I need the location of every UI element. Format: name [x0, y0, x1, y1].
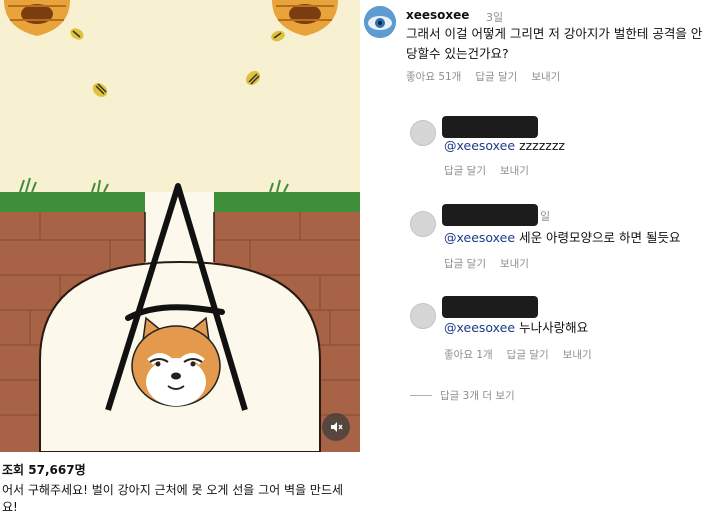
reply-button[interactable]: 답글 달기 [507, 347, 549, 362]
mention-link[interactable]: @xeesoxee [444, 138, 515, 153]
redacted-username [442, 296, 538, 318]
avatar[interactable] [410, 303, 436, 329]
send-button[interactable]: 보내기 [563, 347, 592, 362]
send-button[interactable]: 보내기 [500, 256, 529, 271]
reply-button[interactable]: 답글 달기 [444, 163, 486, 178]
comment-username[interactable]: xeesoxee [406, 8, 469, 22]
game-illustration [0, 0, 360, 452]
avatar[interactable] [410, 120, 436, 146]
comment-time: 3일 [486, 11, 504, 24]
reply-text: @xeesoxee 세운 아령모양으로 하면 될듯요 [444, 230, 681, 245]
comments-panel: xeesoxee 3일 그래서 이걸 어떻게 그리면 저 강아지가 벌한테 공격… [362, 0, 720, 517]
view-more-replies[interactable]: 답글 3개 더 보기 [410, 388, 515, 403]
reply-time: 일 [540, 210, 551, 223]
mention-link[interactable]: @xeesoxee [444, 230, 515, 245]
redacted-username [442, 204, 538, 226]
avatar-eye-image [364, 6, 396, 38]
mute-button[interactable] [322, 413, 350, 441]
divider-line [410, 395, 432, 396]
reply-actions: 답글 달기 보내기 [444, 163, 529, 178]
grass-left [0, 192, 145, 212]
mention-link[interactable]: @xeesoxee [444, 320, 515, 335]
reply-actions: 좋아요 1개 답글 달기 보내기 [444, 347, 592, 362]
comment-text: 그래서 이걸 어떻게 그리면 저 강아지가 벌한테 공격을 안 당할수 있는건가… [406, 26, 703, 61]
avatar[interactable] [364, 6, 396, 38]
post-caption: 어서 구해주세요! 벌이 강아지 근처에 못 오게 선을 그어 벽을 만드세요! [2, 483, 344, 514]
send-button[interactable]: 보내기 [500, 163, 529, 178]
view-count: 조회 57,667명 [2, 463, 86, 477]
view-more-replies-label: 답글 3개 더 보기 [440, 390, 515, 402]
redacted-username [442, 116, 538, 138]
dog-character [131, 316, 221, 407]
avatar[interactable] [410, 211, 436, 237]
likes-count[interactable]: 좋아요 51개 [406, 69, 461, 84]
reply-text: @xeesoxee zzzzzzz [444, 138, 565, 153]
likes-count[interactable]: 좋아요 1개 [444, 347, 493, 362]
reply-text: @xeesoxee 누나사랑해요 [444, 320, 589, 335]
video-player[interactable] [0, 0, 360, 452]
send-button[interactable]: 보내기 [531, 69, 560, 84]
reply-button[interactable]: 답글 달기 [444, 256, 486, 271]
comment-actions: 좋아요 51개 답글 달기 보내기 [406, 69, 560, 84]
reply-actions: 답글 달기 보내기 [444, 256, 529, 271]
speaker-muted-icon [331, 422, 343, 432]
reply-button[interactable]: 답글 달기 [475, 69, 517, 84]
grass-right [214, 192, 360, 212]
